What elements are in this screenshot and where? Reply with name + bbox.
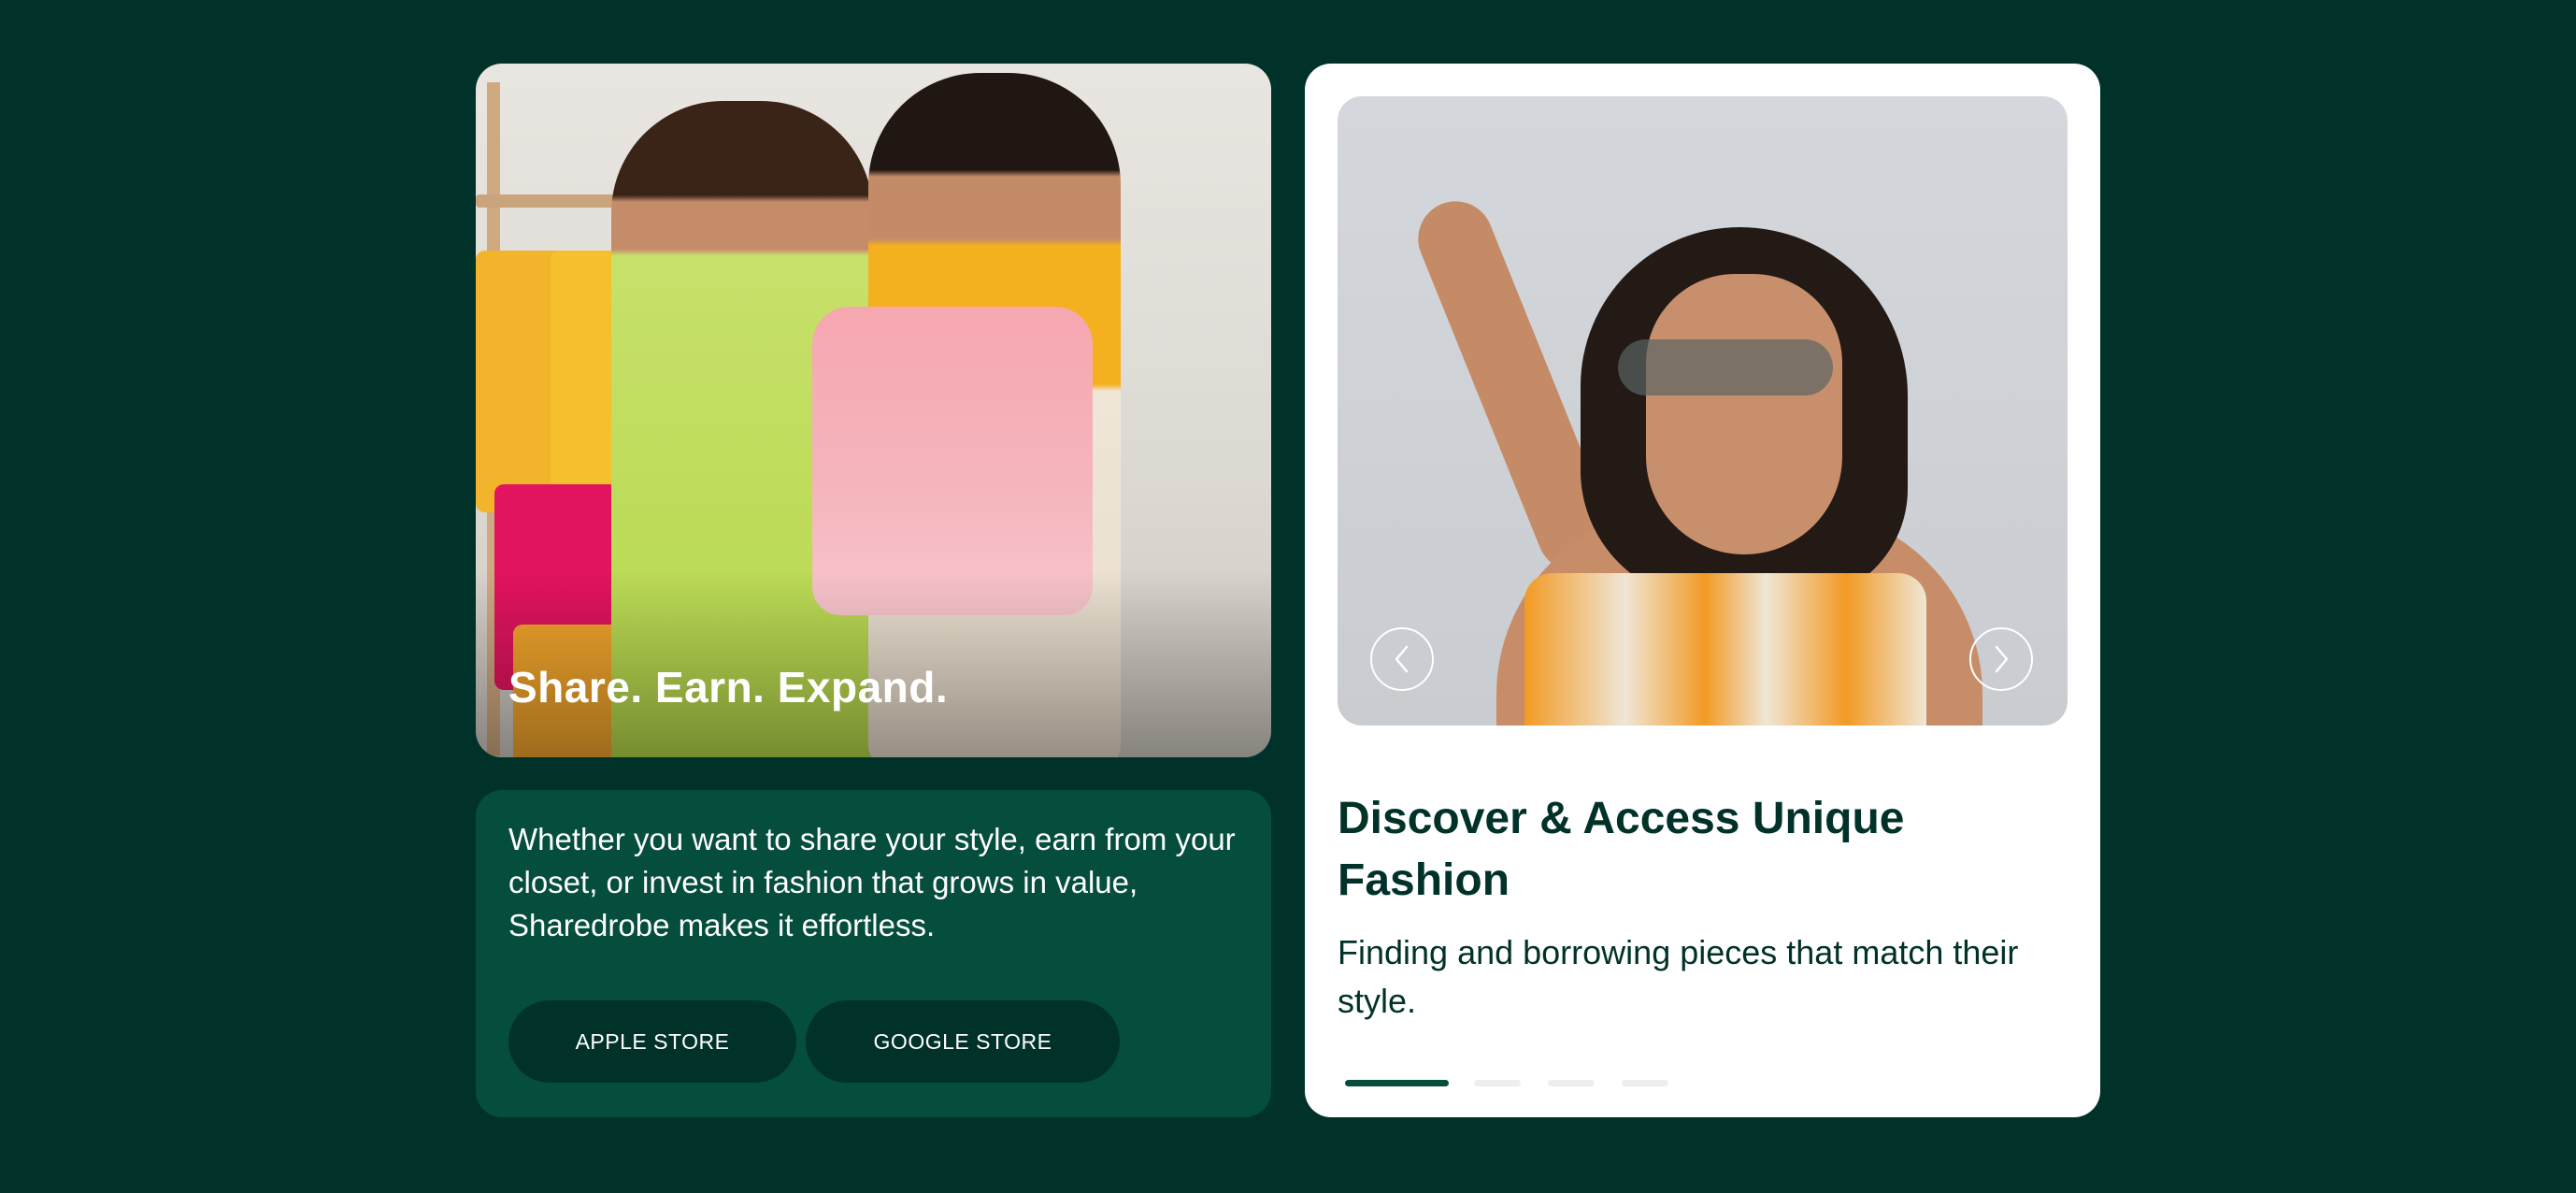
slide-image [1338,96,2068,726]
knit-top [1524,573,1926,726]
pagination-dot-2[interactable] [1474,1080,1521,1086]
pagination-dot-1[interactable] [1345,1080,1449,1086]
model-face [1646,274,1842,554]
carousel-prev-button[interactable] [1370,627,1434,691]
apple-store-button[interactable]: APPLE STORE [508,1000,796,1083]
pink-knit-top [812,307,1093,615]
info-text: Whether you want to share your style, ea… [508,822,1236,942]
chevron-right-icon [1995,645,2009,673]
feature-carousel: Discover & Access Unique Fashion Finding… [1305,64,2100,1117]
slide-title: Discover & Access Unique Fashion [1338,794,1905,905]
pagination-dot-4[interactable] [1622,1080,1668,1086]
sunglasses [1618,339,1833,395]
pagination-dot-3[interactable] [1548,1080,1595,1086]
info-card: Whether you want to share your style, ea… [476,790,1271,1117]
slide-description: Finding and borrowing pieces that match … [1338,933,2019,1020]
google-store-button[interactable]: GOOGLE STORE [806,1000,1120,1083]
carousel-next-button[interactable] [1969,627,2033,691]
hero-title: Share. Earn. Expand. [508,663,949,711]
chevron-left-icon [1395,645,1409,673]
hero-image-card: Share. Earn. Expand. [476,64,1271,757]
